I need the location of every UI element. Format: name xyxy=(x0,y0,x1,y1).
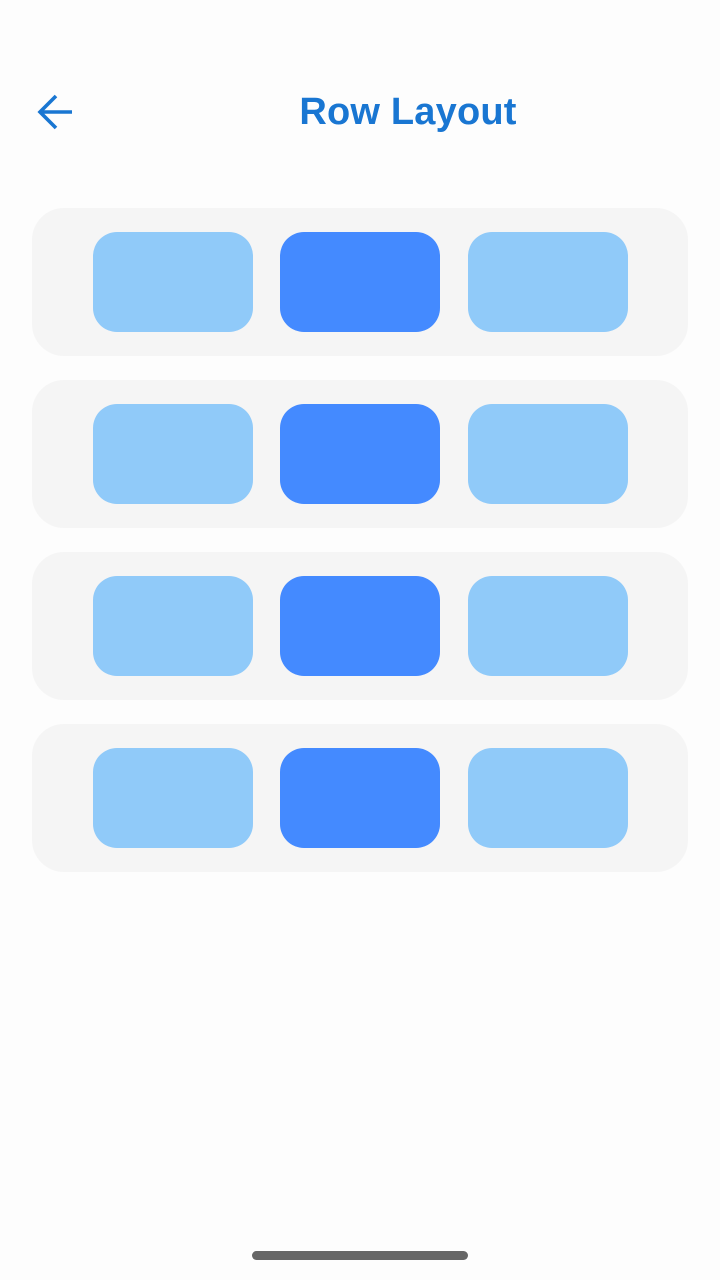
row-item-light xyxy=(468,576,628,676)
page-title: Row Layout xyxy=(299,91,517,133)
row-item-dark xyxy=(280,404,440,504)
row-item-light xyxy=(93,576,253,676)
row-item-dark xyxy=(280,232,440,332)
home-indicator[interactable] xyxy=(252,1251,468,1260)
row-item-dark xyxy=(280,748,440,848)
row-item-light xyxy=(468,404,628,504)
rows-list xyxy=(32,208,688,896)
row-item-light xyxy=(93,232,253,332)
row-item-light xyxy=(468,232,628,332)
row-card xyxy=(32,724,688,872)
row-item-light xyxy=(93,404,253,504)
app-bar: Row Layout xyxy=(0,72,720,152)
row-item-light xyxy=(93,748,253,848)
row-card xyxy=(32,552,688,700)
row-card xyxy=(32,380,688,528)
row-item-light xyxy=(468,748,628,848)
row-item-dark xyxy=(280,576,440,676)
arrow-left-icon xyxy=(36,92,76,132)
screen: Row Layout xyxy=(0,0,720,1280)
back-button[interactable] xyxy=(16,82,96,142)
row-card xyxy=(32,208,688,356)
